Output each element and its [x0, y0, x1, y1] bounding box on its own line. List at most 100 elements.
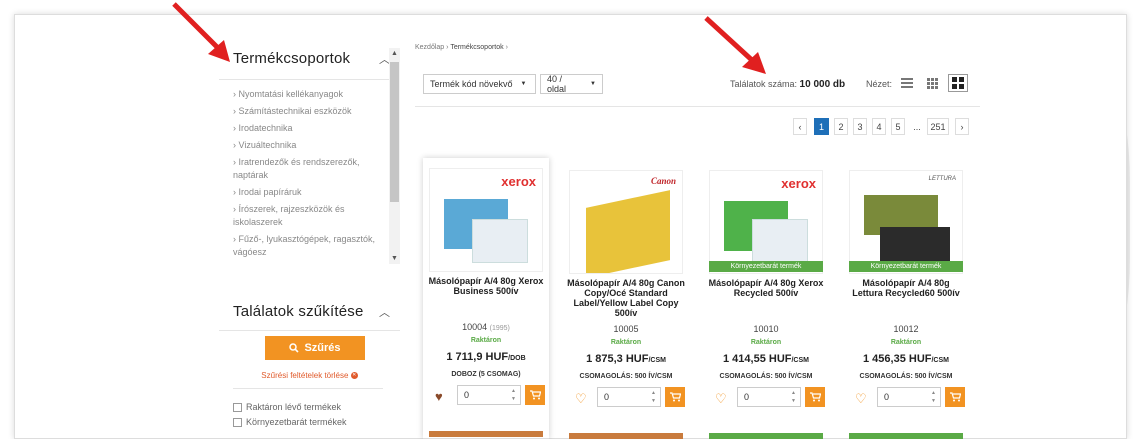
- filter-panel: Találatok szűkítése ︿ Szűrés Szűrési fel…: [219, 293, 400, 439]
- pagination-next[interactable]: ›: [955, 118, 969, 135]
- packaging-info: CSOMAGOLÁS: 500 ÍV/CSM: [859, 373, 953, 380]
- checkbox-label: Környezetbarát termékek: [246, 417, 347, 427]
- category-item[interactable]: › Írószerek, rajzeszközök és iskolaszere…: [233, 203, 400, 229]
- add-to-cart-button[interactable]: [805, 387, 825, 407]
- scroll-up-icon[interactable]: ▲: [390, 50, 399, 57]
- quantity-stepper[interactable]: 0 ▲ ▼: [737, 387, 801, 407]
- category-item[interactable]: › Irodatechnika: [233, 122, 400, 135]
- category-item[interactable]: › Vizuáltechnika: [233, 139, 400, 152]
- chevron-up-icon[interactable]: ︿: [379, 304, 390, 320]
- product-name[interactable]: Másolópapír A/4 80g Xerox Business 500ív: [427, 276, 545, 296]
- product-code-value: 10005: [613, 324, 639, 334]
- product-name[interactable]: Másolópapír A/4 80g Canon Copy/Océ Stand…: [567, 278, 685, 318]
- category-scrollbar[interactable]: ▲ ▼: [389, 48, 400, 264]
- product-card[interactable]: xerox Másolópapír A/4 80g Xerox Business…: [423, 158, 549, 439]
- price-unit: /CSM: [648, 357, 666, 364]
- quantity-value: 0: [744, 392, 750, 402]
- price-unit: /CSM: [931, 357, 949, 364]
- category-item[interactable]: › Iratrendezők és rendszerezők, naptárak: [233, 156, 400, 182]
- in-stock-checkbox[interactable]: Raktáron lévő termékek: [233, 402, 341, 412]
- product-image[interactable]: LETTURA: [849, 170, 963, 274]
- brand-logo: LETTURA: [928, 176, 956, 182]
- heart-icon[interactable]: ♡: [575, 391, 587, 407]
- packaging-info: CSOMAGOLÁS: 500 ÍV/CSM: [579, 373, 673, 380]
- quantity-stepper[interactable]: 0 ▲ ▼: [457, 385, 521, 405]
- eco-checkbox[interactable]: Környezetbarát termékek: [233, 417, 347, 427]
- list-view-icon[interactable]: [897, 74, 917, 92]
- card-bottom-bar: [569, 433, 683, 439]
- checkbox-box[interactable]: [233, 417, 242, 427]
- heart-icon[interactable]: ♡: [715, 391, 727, 407]
- category-item[interactable]: › Számítástechnikai eszközök: [233, 105, 400, 118]
- price-unit: /DOB: [508, 355, 526, 362]
- product-image[interactable]: xerox: [429, 168, 543, 272]
- quantity-value: 0: [604, 392, 610, 402]
- category-item[interactable]: › Irodai papíráruk: [233, 186, 400, 199]
- category-item[interactable]: › Nyomtatási kellékanyagok: [233, 88, 400, 101]
- view-label: Nézet:: [866, 79, 893, 89]
- heart-icon[interactable]: ♥: [435, 389, 443, 404]
- product-name[interactable]: Másolópapír A/4 80g Lettura Recycled60 5…: [847, 278, 965, 298]
- scroll-down-icon[interactable]: ▼: [390, 255, 399, 262]
- quantity-stepper[interactable]: 0 ▲ ▼: [597, 387, 661, 407]
- paper-ream: [752, 219, 808, 263]
- breadcrumb-home[interactable]: Kezdőlap: [415, 44, 444, 51]
- price-value: 1 414,55 HUF: [723, 353, 792, 365]
- pagination-page[interactable]: 3: [853, 118, 867, 135]
- brand-logo: Canon: [650, 176, 676, 186]
- pagination-page[interactable]: 251: [927, 118, 949, 135]
- filter-title: Találatok szűkítése: [233, 303, 364, 320]
- price-value: 1 875,3 HUF: [586, 353, 649, 365]
- add-to-cart-button[interactable]: [525, 385, 545, 405]
- brand-logo: xerox: [501, 174, 536, 189]
- per-page-select[interactable]: 40 / oldal ▼: [540, 74, 603, 94]
- product-card[interactable]: Canon Másolópapír A/4 80g Canon Copy/Océ…: [563, 160, 689, 439]
- close-circle-icon: ✕: [350, 372, 358, 380]
- add-to-cart-button[interactable]: [665, 387, 685, 407]
- product-image[interactable]: Canon: [569, 170, 683, 274]
- clear-filters-link[interactable]: Szűrési feltételek törlése ✕: [219, 371, 400, 380]
- stepper-arrows-icon[interactable]: ▲ ▼: [511, 387, 516, 403]
- grid-small-icon[interactable]: [922, 74, 942, 92]
- pagination-prev[interactable]: ‹: [793, 118, 807, 135]
- categories-header[interactable]: Termékcsoportok ︿: [219, 38, 400, 80]
- filter-header[interactable]: Találatok szűkítése ︿: [219, 293, 400, 331]
- product-image[interactable]: xerox: [709, 170, 823, 274]
- product-card[interactable]: xerox Környezetbarát termék Másolópapír …: [703, 160, 829, 439]
- heart-icon[interactable]: ♡: [855, 391, 867, 407]
- clear-filters-label: Szűrési feltételek törlése: [261, 371, 349, 380]
- filter-button[interactable]: Szűrés: [265, 336, 365, 360]
- product-card[interactable]: LETTURA Környezetbarát termék Másolópapí…: [843, 160, 969, 439]
- cart-icon: [669, 392, 681, 402]
- pagination-page[interactable]: 2: [834, 118, 848, 135]
- scrollbar-thumb[interactable]: [390, 62, 399, 202]
- annotation-arrow-icon: [172, 2, 230, 62]
- card-bottom-bar: [709, 433, 823, 439]
- sort-select[interactable]: Termék kód növekvő ▼: [423, 74, 536, 94]
- checkbox-label: Raktáron lévő termékek: [246, 402, 342, 412]
- price-value: 1 456,35 HUF: [863, 353, 932, 365]
- stock-status: Raktáron: [610, 339, 642, 346]
- brand-logo: xerox: [781, 176, 816, 191]
- stepper-arrows-icon[interactable]: ▲ ▼: [931, 389, 936, 405]
- product-name[interactable]: Másolópapír A/4 80g Xerox Recycled 500ív: [707, 278, 825, 298]
- product-code: 10004 (1995): [423, 322, 549, 332]
- add-to-cart-button[interactable]: [945, 387, 965, 407]
- checkbox-box[interactable]: [233, 402, 242, 412]
- pagination-ellipsis: ...: [909, 118, 925, 135]
- pagination-page[interactable]: 5: [891, 118, 905, 135]
- cart-icon: [809, 392, 821, 402]
- category-item[interactable]: › Fűző-, lyukasztógépek, ragasztók, vágó…: [233, 233, 400, 259]
- product-code: 10010: [703, 324, 829, 334]
- price-value: 1 711,9 HUF: [446, 351, 509, 363]
- product-code: 10012: [843, 324, 969, 334]
- grid-large-icon[interactable]: [948, 74, 968, 92]
- product-price: 1 456,35 HUF/CSM: [843, 353, 969, 365]
- stock-status: Raktáron: [890, 339, 922, 346]
- quantity-stepper[interactable]: 0 ▲ ▼: [877, 387, 941, 407]
- pagination-page[interactable]: 4: [872, 118, 886, 135]
- stepper-arrows-icon[interactable]: ▲ ▼: [651, 389, 656, 405]
- pagination-page-current[interactable]: 1: [814, 118, 829, 135]
- stepper-arrows-icon[interactable]: ▲ ▼: [791, 389, 796, 405]
- eco-badge: Környezetbarát termék: [849, 261, 963, 272]
